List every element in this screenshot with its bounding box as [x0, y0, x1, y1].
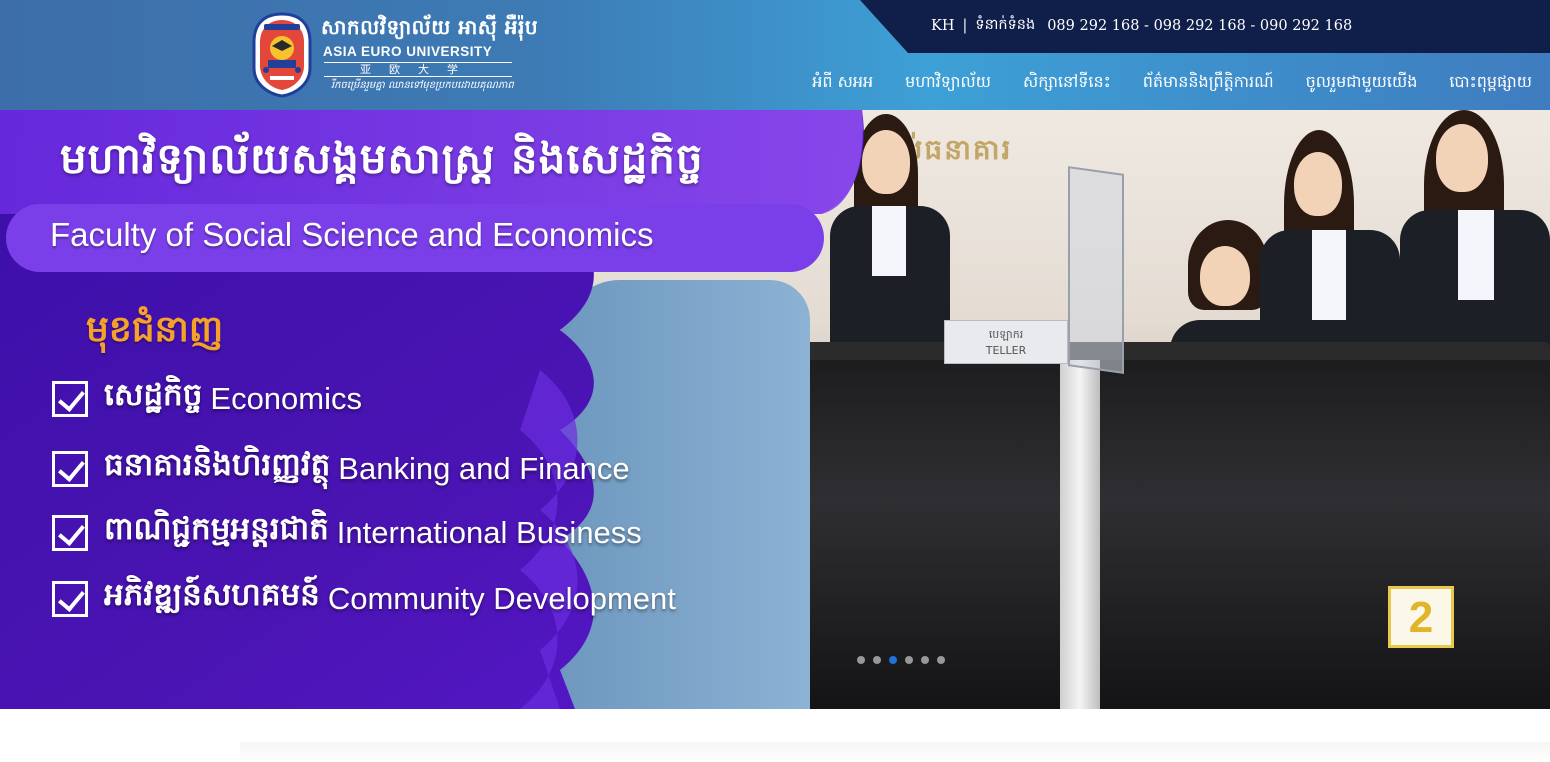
logo-name-english: ASIA EURO UNIVERSITY [323, 44, 493, 59]
phone-numbers: 089 292 168 - 098 292 168 - 090 292 168 [1047, 18, 1353, 34]
university-logo[interactable]: សាកលវិទ្យាល័យ អាស៊ី អឺរ៉ុប ASIA EURO UNI… [248, 10, 538, 100]
checkbox-icon [52, 450, 88, 487]
contact-label: ទំនាក់ទំនង [975, 16, 1036, 33]
nav-item-faculties[interactable]: មហាវិទ្យាល័យ [889, 71, 1007, 95]
logo-name-khmer: សាកលវិទ្យាល័យ អាស៊ី អឺរ៉ុប [321, 15, 539, 39]
counter-number-sign: 2 [1388, 586, 1454, 648]
university-emblem-icon [252, 12, 312, 98]
slider-dot[interactable] [937, 656, 945, 664]
checkbox-icon [52, 514, 88, 551]
slider-dot[interactable] [857, 656, 865, 664]
teller-label-khmer: បេឡាករ [988, 328, 1024, 341]
slider-dot[interactable] [921, 656, 929, 664]
major-item: សេដ្ឋកិច្ច Economics [52, 376, 362, 421]
nav-item-news-events[interactable]: ព័ត៌មាននិងព្រឹត្តិការណ៍ [1127, 71, 1290, 95]
counter-divider [1060, 360, 1100, 709]
major-item: អភិវឌ្ឍន៍សហគមន៍ Community Development [52, 576, 676, 621]
major-item: ធនាគារនិងហិរញ្ញវត្ថុ Banking and Finance [52, 446, 630, 491]
checkbox-icon [52, 380, 88, 417]
major-name-khmer: ធនាគារនិងហិរញ្ញវត្ថុ [104, 447, 331, 483]
slider-dot[interactable] [889, 656, 897, 664]
teller-nameplate: បេឡាករ TELLER [944, 320, 1068, 364]
nav-item-about[interactable]: អំពី សអអ [796, 71, 889, 95]
logo-name-chinese: 亚欧大学 [324, 62, 512, 77]
topbar-separator: | [962, 18, 968, 34]
nav-item-publications[interactable]: បោះពុម្ពផ្សាយ [1433, 71, 1532, 95]
content-section-edge [240, 742, 1550, 762]
major-name-english: Community Development [327, 580, 676, 616]
hero-title-english: Faculty of Social Science and Economics [50, 216, 654, 253]
major-item: ពាណិជ្ជកម្មអន្តរជាតិ International Busin… [52, 510, 642, 555]
major-name-english: International Business [336, 514, 642, 550]
slider-dot[interactable] [905, 656, 913, 664]
teller-label-english: TELLER [985, 344, 1027, 357]
main-navigation: អំពី សអអ មហាវិទ្យាល័យ សិក្សានៅទីនេះ ព័ត៌… [796, 66, 1532, 100]
checkbox-icon [52, 580, 88, 617]
language-switch[interactable]: KH [931, 18, 954, 34]
logo-motto: រីកចម្រើនរួមគ្នា ឈានទៅមុខប្រកបដោយគុណភាព [331, 80, 514, 91]
hero-title-khmer: មហាវិទ្យាល័យសង្គមសាស្រ្ត និងសេដ្ឋកិច្ច [60, 134, 704, 183]
nav-item-join-us[interactable]: ចូលរួមជាមួយយើង [1290, 71, 1434, 95]
major-name-english: Banking and Finance [338, 450, 630, 486]
major-name-khmer: ពាណិជ្ជកម្មអន្តរជាតិ [104, 511, 329, 547]
topbar-contact: KH | ទំនាក់ទំនង 089 292 168 - 098 292 16… [931, 14, 1352, 38]
glass-partition [1068, 166, 1124, 374]
major-name-english: Economics [210, 380, 362, 416]
nav-item-study-here[interactable]: សិក្សានៅទីនេះ [1007, 71, 1127, 95]
slider-pagination [857, 656, 945, 664]
hero-slider[interactable]: ប្រព្រឹត្តផ្តល់ធនាគារ បេឡាករ TELLER 1 2 [0, 110, 1550, 709]
slider-dot[interactable] [873, 656, 881, 664]
site-header: KH | ទំនាក់ទំនង 089 292 168 - 098 292 16… [0, 0, 1550, 110]
major-name-khmer: សេដ្ឋកិច្ច [104, 377, 203, 413]
majors-heading: មុខជំនាញ [86, 309, 224, 350]
major-name-khmer: អភិវឌ្ឍន៍សហគមន៍ [104, 577, 320, 613]
